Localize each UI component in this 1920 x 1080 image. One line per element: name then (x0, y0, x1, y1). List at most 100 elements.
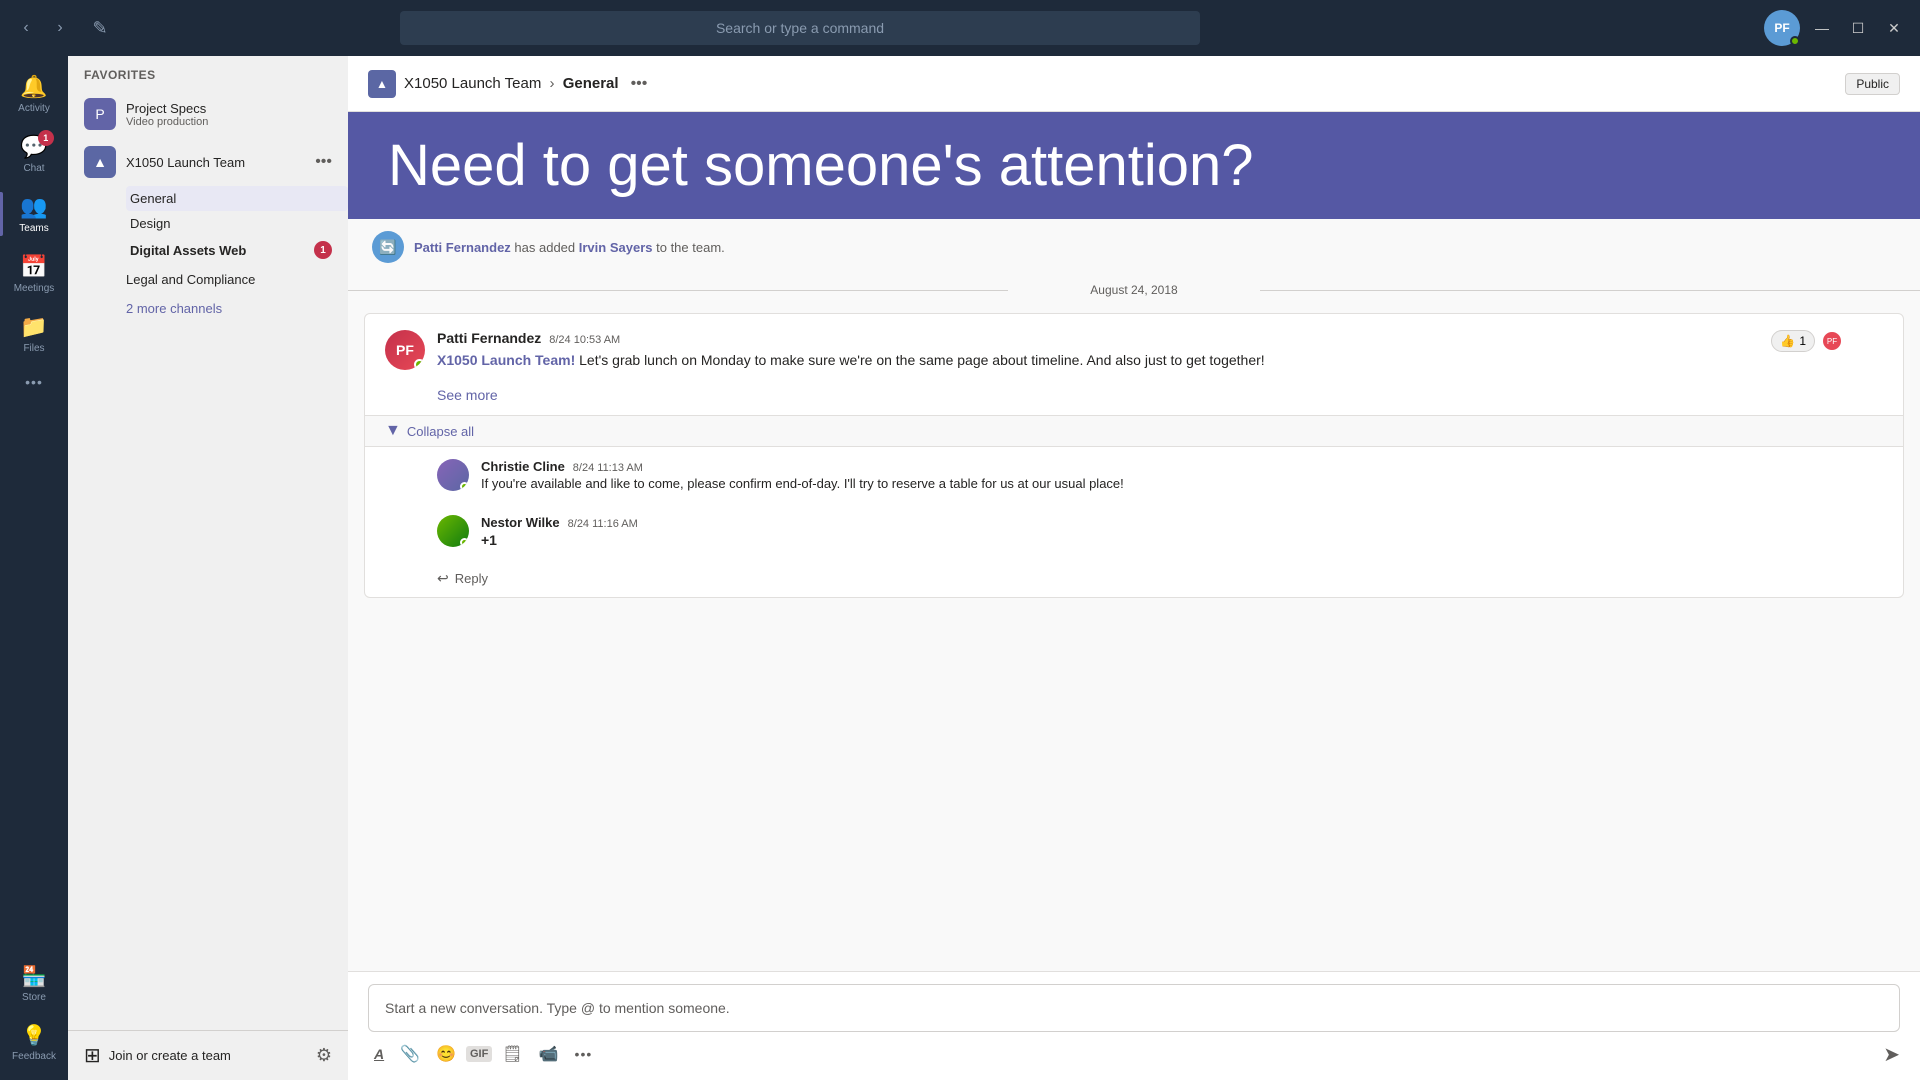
reply-avatar-christie (437, 459, 469, 491)
compose-area: Start a new conversation. Type @ to ment… (348, 971, 1920, 1080)
reply-sender-nestor: Nestor Wilke (481, 515, 560, 530)
reply-label: Reply (455, 571, 488, 586)
reaction-avatars: PF (1821, 330, 1843, 352)
collapse-bar: ▼ Collapse all (365, 415, 1903, 447)
sidebar-footer: ⊞ Join or create a team ⚙ (68, 1030, 348, 1080)
sidebar-item-files[interactable]: 📁 Files (0, 304, 68, 364)
reply-time-christie: 8/24 11:13 AM (573, 462, 643, 474)
team-item-project-specs[interactable]: P Project Specs Video production (68, 90, 348, 138)
user-avatar[interactable]: PF (1764, 10, 1800, 46)
store-label: Store (22, 992, 46, 1003)
channel-team-icon: ▲ (368, 70, 396, 98)
teams-icon: 👥 (20, 194, 47, 220)
teams-list: P Project Specs Video production ▲ X1050… (68, 90, 348, 1030)
sender-avatar-patti: PF (385, 330, 425, 370)
avatar-status-indicator (1790, 36, 1800, 46)
messages-area[interactable]: 🔄 Patti Fernandez has added Irvin Sayers… (348, 219, 1920, 971)
collapse-all-link[interactable]: Collapse all (407, 424, 474, 439)
sidebar-item-activity[interactable]: 🔔 Activity (0, 64, 68, 124)
x1050-channels: General Design Digital Assets Web 1 (68, 186, 348, 264)
team-item-legal[interactable]: Legal and Compliance (68, 264, 348, 295)
emoji-button[interactable]: 😊 (430, 1040, 462, 1068)
compose-placeholder: Start a new conversation. Type @ to ment… (385, 1000, 730, 1016)
team-more-button[interactable]: ••• (315, 153, 332, 171)
message-header: Patti Fernandez 8/24 10:53 AM (437, 330, 1883, 346)
team-avatar-project-specs: P (84, 98, 116, 130)
date-divider: August 24, 2018 (348, 275, 1920, 305)
team-sub-project-specs: Video production (126, 116, 208, 128)
system-text: Patti Fernandez has added Irvin Sayers t… (414, 240, 725, 255)
sidebar: Favorites P Project Specs Video producti… (68, 56, 348, 1080)
sidebar-item-meetings[interactable]: 📅 Meetings (0, 244, 68, 304)
team-item-x1050[interactable]: ▲ X1050 Launch Team ••• (68, 138, 348, 186)
activity-icon: 🔔 (20, 74, 47, 100)
message-sender: Patti Fernandez (437, 330, 541, 346)
reaction-avatar-1: PF (1821, 330, 1843, 352)
like-icon: 👍 (1780, 334, 1795, 348)
message-text: X1050 Launch Team! Let's grab lunch on M… (437, 350, 1883, 371)
maximize-button[interactable]: ☐ (1844, 14, 1872, 42)
reply-time-nestor: 8/24 11:16 AM (568, 518, 638, 530)
team-name-legal: Legal and Compliance (126, 272, 332, 287)
message-thread-main: PF Patti Fernandez 8/24 10:53 AM X1050 L… (364, 313, 1904, 598)
system-sender: Patti Fernandez (414, 240, 511, 255)
join-team-button[interactable]: ⊞ Join or create a team (84, 1043, 231, 1068)
channel-name-general: General (130, 191, 332, 206)
compose-toolbar: A 📎 😊 GIF 🗒 📹 ••• ➤ (368, 1032, 1900, 1068)
nav-forward-button[interactable]: › (46, 14, 74, 42)
more-toolbar-button[interactable]: ••• (569, 1042, 599, 1066)
compose-input[interactable]: Start a new conversation. Type @ to ment… (368, 984, 1900, 1032)
sidebar-item-teams[interactable]: 👥 Teams (0, 184, 68, 244)
titlebar-right: PF — ☐ ✕ (1764, 10, 1908, 46)
sticker-button[interactable]: 🗒 (496, 1040, 528, 1068)
settings-button[interactable]: ⚙ (316, 1045, 332, 1066)
close-button[interactable]: ✕ (1880, 14, 1908, 42)
format-text-button[interactable]: A (368, 1042, 390, 1066)
reply-arrow-icon: ↩ (437, 570, 449, 587)
sidebar-item-feedback[interactable]: 💡 Feedback (0, 1013, 68, 1072)
channel-item-general[interactable]: General (126, 186, 348, 211)
minimize-button[interactable]: — (1808, 14, 1836, 42)
message-main: PF Patti Fernandez 8/24 10:53 AM X1050 L… (365, 314, 1903, 387)
chat-badge: 1 (38, 130, 54, 146)
channel-more-button[interactable]: ••• (631, 75, 648, 93)
compose-button[interactable]: ✎ (86, 14, 114, 42)
nav-buttons[interactable]: ‹ › (12, 14, 74, 42)
gif-button[interactable]: GIF (466, 1046, 492, 1062)
team-avatar-x1050: ▲ (84, 146, 116, 178)
team-name-project-specs: Project Specs (126, 101, 208, 116)
channel-item-digital-assets-web[interactable]: Digital Assets Web 1 (126, 236, 348, 264)
main-content: ▲ X1050 Launch Team › General ••• Public… (348, 56, 1920, 1080)
attach-button[interactable]: 📎 (394, 1040, 426, 1068)
reply-header-nestor: Nestor Wilke 8/24 11:16 AM (481, 515, 1883, 530)
reply-avatar-nestor (437, 515, 469, 547)
like-reaction[interactable]: 👍 1 (1771, 330, 1815, 352)
breadcrumb-team: X1050 Launch Team (404, 75, 541, 92)
message-time: 8/24 10:53 AM (549, 334, 620, 346)
sidebar-item-more[interactable]: ••• (0, 364, 68, 403)
sidebar-item-store[interactable]: 🏪 Store (0, 954, 68, 1013)
teams-label: Teams (19, 223, 48, 234)
reply-text-nestor: +1 (481, 532, 1883, 548)
sidebar-item-chat[interactable]: 💬 1 Chat (0, 124, 68, 184)
send-button[interactable]: ➤ (1883, 1042, 1900, 1067)
reply-action[interactable]: ↩ Reply (365, 560, 1903, 597)
see-more-link[interactable]: See more (365, 387, 1903, 415)
search-input[interactable] (400, 11, 1200, 45)
system-added-user: Irvin Sayers (579, 240, 653, 255)
system-avatar: 🔄 (372, 231, 404, 263)
reply-body-christie: Christie Cline 8/24 11:13 AM If you're a… (481, 459, 1883, 491)
title-bar: ‹ › ✎ PF — ☐ ✕ (0, 0, 1920, 56)
meetings-icon: 📅 (20, 254, 47, 280)
more-channels-link[interactable]: 2 more channels (68, 295, 348, 322)
like-count: 1 (1799, 334, 1806, 348)
christie-status (460, 482, 469, 491)
message-body: Patti Fernandez 8/24 10:53 AM X1050 Laun… (437, 330, 1883, 371)
more-icon: ••• (25, 374, 43, 390)
reply-header-christie: Christie Cline 8/24 11:13 AM (481, 459, 1883, 474)
channel-item-design[interactable]: Design (126, 211, 348, 236)
team-name-x1050: X1050 Launch Team (126, 155, 305, 170)
favorites-header: Favorites (68, 56, 348, 90)
nav-back-button[interactable]: ‹ (12, 14, 40, 42)
video-button[interactable]: 📹 (533, 1040, 565, 1068)
